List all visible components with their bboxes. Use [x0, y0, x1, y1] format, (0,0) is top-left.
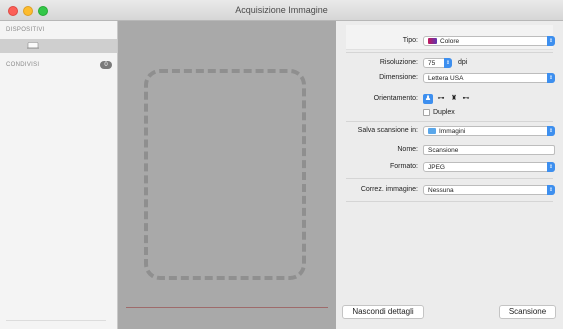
preview-divider [126, 307, 328, 308]
separator [346, 121, 553, 122]
hide-details-button[interactable]: Nascondi dettagli [342, 305, 424, 319]
title-bar: Acquisizione Immagine [0, 0, 563, 21]
dimensione-popup[interactable]: Lettera USA ⇕ [423, 73, 555, 83]
orientation-right-icon[interactable]: ⊷ [460, 94, 472, 104]
scanner-icon [27, 42, 39, 49]
orientation-portrait-icon[interactable]: ♟ [423, 94, 433, 104]
dimensione-value: Lettera USA [428, 75, 464, 82]
separator [346, 178, 553, 179]
popup-arrow-icon: ⇕ [547, 162, 555, 172]
popup-arrow-icon: ⇕ [547, 185, 555, 195]
nome-input[interactable]: Scansione [423, 145, 555, 155]
orientamento-label: Orientamento: [373, 95, 418, 102]
duplex-label: Duplex [433, 109, 455, 116]
image-capture-window: Acquisizione Immagine DISPOSITIVI CONDIV… [0, 0, 563, 329]
orientation-left-icon[interactable]: ⊶ [435, 94, 447, 104]
salva-value: Immagini [439, 128, 466, 135]
separator [346, 52, 553, 53]
scan-preview-area[interactable] [118, 21, 336, 329]
tipo-label: Tipo: [402, 37, 418, 44]
color-swatch-icon [428, 38, 437, 45]
correz-popup[interactable]: Nessuna ⇕ [423, 185, 555, 195]
settings-panel: Tipo: Colore ⇕ Risoluzione: 75 ⇕ dpi Dim… [336, 21, 563, 329]
formato-label: Formato: [389, 163, 418, 170]
tipo-value: Colore [440, 38, 460, 45]
stepper-arrow-icon: ⇕ [444, 58, 452, 68]
window-title: Acquisizione Immagine [235, 5, 328, 15]
dimensione-label: Dimensione: [379, 74, 418, 81]
shared-count-badge: 0 [100, 61, 112, 69]
sidebar-item-scanner[interactable] [0, 39, 117, 53]
duplex-checkbox[interactable] [423, 109, 430, 116]
correz-label: Correz. immagine: [360, 186, 418, 193]
correz-value: Nessuna [428, 187, 454, 194]
folder-icon [428, 128, 436, 135]
risoluzione-label: Risoluzione: [379, 59, 418, 66]
nome-label: Nome: [397, 146, 418, 153]
tipo-popup[interactable]: Colore ⇕ [423, 36, 555, 46]
risoluzione-value: 75 [428, 60, 436, 67]
formato-popup[interactable]: JPEG ⇕ [423, 162, 555, 172]
risoluzione-field[interactable]: 75 ⇕ [423, 58, 452, 68]
salva-popup[interactable]: Immagini ⇕ [423, 126, 555, 136]
dpi-unit-label: dpi [458, 59, 468, 66]
scan-region-outline [144, 69, 306, 280]
sidebar: DISPOSITIVI CONDIVISI 0 [0, 21, 118, 329]
salva-label: Salva scansione in: [357, 127, 418, 134]
formato-value: JPEG [428, 164, 445, 171]
popup-arrow-icon: ⇕ [547, 126, 555, 136]
popup-arrow-icon: ⇕ [547, 36, 555, 46]
scan-button[interactable]: Scansione [499, 305, 556, 319]
sidebar-divider [6, 320, 106, 321]
orientation-upside-icon[interactable]: ♜ [449, 94, 459, 104]
devices-header: DISPOSITIVI [6, 27, 45, 33]
separator [346, 201, 553, 202]
shared-header: CONDIVISI [6, 62, 40, 68]
popup-arrow-icon: ⇕ [547, 73, 555, 83]
